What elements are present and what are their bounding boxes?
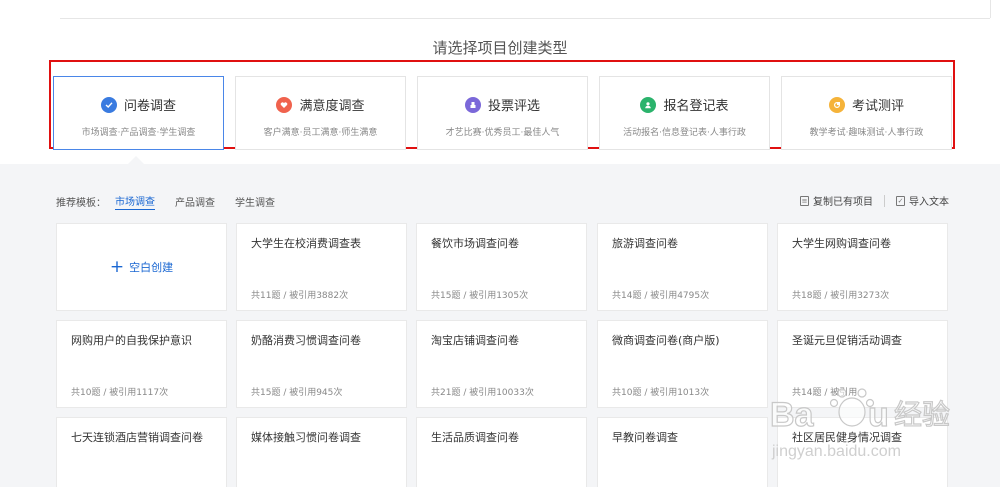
template-card[interactable]: 微商调查问卷(商户版) 共10题 / 被引用1013次	[597, 320, 768, 408]
template-card[interactable]: 早教问卷调查	[597, 417, 768, 487]
template-meta: 共21题 / 被引用10033次	[431, 388, 534, 398]
blank-create-card[interactable]: + 空白创建	[56, 223, 227, 311]
template-meta: 共10题 / 被引用1013次	[612, 388, 710, 398]
type-card-questionnaire[interactable]: 问卷调查 市场调查·产品调查·学生调查	[53, 76, 224, 150]
template-meta: 共10题 / 被引用1117次	[71, 388, 169, 398]
type-card-registration[interactable]: 报名登记表 活动报名·信息登记表·人事行政	[599, 76, 770, 150]
heart-icon	[276, 96, 293, 113]
type-card-vote[interactable]: 投票评选 才艺比赛·优秀员工·最佳人气	[417, 76, 588, 150]
blank-create-label: 空白创建	[129, 261, 174, 274]
template-title: 生活品质调查问卷	[431, 431, 519, 444]
type-card-exam[interactable]: 考试测评 教学考试·趣味测试·人事行政	[781, 76, 952, 150]
type-desc: 教学考试·趣味测试·人事行政	[809, 128, 924, 138]
type-desc: 活动报名·信息登记表·人事行政	[623, 128, 746, 138]
vote-icon	[464, 96, 481, 113]
plus-icon: +	[109, 256, 125, 277]
template-meta: 共11题 / 被引用3882次	[251, 291, 349, 301]
template-title: 早教问卷调查	[612, 431, 678, 444]
divider	[60, 18, 990, 19]
filter-student-survey[interactable]: 学生调查	[235, 194, 275, 209]
template-title: 圣诞元旦促销活动调查	[792, 334, 902, 347]
template-meta: 共15题 / 被引用1305次	[431, 291, 529, 301]
person-icon	[640, 96, 657, 113]
template-title: 七天连锁酒店营销调查问卷	[71, 431, 203, 444]
template-card[interactable]: 淘宝店铺调查问卷 共21题 / 被引用10033次	[416, 320, 587, 408]
template-card[interactable]: 圣诞元旦促销活动调查 共14题 / 被引用	[777, 320, 948, 408]
template-title: 社区居民健身情况调查	[792, 431, 902, 444]
template-title: 媒体接触习惯问卷调查	[251, 431, 361, 444]
template-card[interactable]: 旅游调查问卷 共14题 / 被引用4795次	[597, 223, 768, 311]
template-title: 餐饮市场调查问卷	[431, 237, 519, 250]
template-card[interactable]: 生活品质调查问卷	[416, 417, 587, 487]
template-title: 微商调查问卷(商户版)	[612, 334, 720, 347]
type-desc: 客户满意·员工满意·师生满意	[263, 128, 378, 138]
template-filter-bar: 推荐模板： 市场调查 产品调查 学生调查	[56, 193, 295, 210]
filter-label: 推荐模板：	[56, 198, 106, 209]
type-title: 考试测评	[851, 99, 904, 114]
template-card[interactable]: 大学生在校消费调查表 共11题 / 被引用3882次	[236, 223, 407, 311]
type-title: 满意度调查	[299, 99, 365, 114]
template-meta: 共18题 / 被引用3273次	[792, 291, 890, 301]
exam-icon	[828, 96, 845, 113]
type-desc: 才艺比赛·优秀员工·最佳人气	[445, 128, 560, 138]
template-meta: 共14题 / 被引用4795次	[612, 291, 710, 301]
template-actions: ≡ 复制已有项目 ✓ 导入文本	[800, 193, 949, 208]
template-meta: 共14题 / 被引用	[792, 388, 858, 398]
template-title: 大学生在校消费调查表	[251, 237, 361, 250]
type-desc: 市场调查·产品调查·学生调查	[81, 128, 196, 138]
template-card[interactable]: 网购用户的自我保护意识 共10题 / 被引用1117次	[56, 320, 227, 408]
top-bar	[0, 0, 1000, 22]
page-title: 请选择项目创建类型	[432, 39, 568, 57]
template-title: 大学生网购调查问卷	[792, 237, 891, 250]
type-card-satisfaction[interactable]: 满意度调查 客户满意·员工满意·师生满意	[235, 76, 406, 150]
import-text-label: 导入文本	[909, 197, 949, 208]
copy-icon: ≡	[800, 195, 809, 206]
import-text-button[interactable]: ✓ 导入文本	[896, 193, 949, 208]
filter-product-survey[interactable]: 产品调查	[175, 194, 215, 209]
template-card[interactable]: 社区居民健身情况调查	[777, 417, 948, 487]
template-title: 淘宝店铺调查问卷	[431, 334, 519, 347]
template-card[interactable]: 餐饮市场调查问卷 共15题 / 被引用1305次	[416, 223, 587, 311]
template-card[interactable]: 七天连锁酒店营销调查问卷	[56, 417, 227, 487]
template-title: 旅游调查问卷	[612, 237, 678, 250]
divider	[990, 0, 991, 18]
check-icon	[100, 96, 117, 113]
filter-market-survey[interactable]: 市场调查	[115, 193, 155, 210]
divider	[884, 194, 885, 207]
template-title: 奶酪消费习惯调查问卷	[251, 334, 361, 347]
import-icon: ✓	[896, 195, 905, 206]
type-title: 报名登记表	[663, 99, 729, 114]
project-type-selector: 问卷调查 市场调查·产品调查·学生调查 满意度调查 客户满意·员工满意·师生满意…	[49, 60, 955, 150]
copy-project-label: 复制已有项目	[813, 197, 873, 208]
template-title: 网购用户的自我保护意识	[71, 334, 192, 347]
template-card[interactable]: 奶酪消费习惯调查问卷 共15题 / 被引用945次	[236, 320, 407, 408]
template-card[interactable]: 媒体接触习惯问卷调查	[236, 417, 407, 487]
selection-caret	[128, 156, 144, 164]
template-meta: 共15题 / 被引用945次	[251, 388, 343, 398]
type-title: 投票评选	[487, 99, 540, 114]
type-title: 问卷调查	[123, 99, 176, 114]
template-card[interactable]: 大学生网购调查问卷 共18题 / 被引用3273次	[777, 223, 948, 311]
copy-project-button[interactable]: ≡ 复制已有项目	[800, 193, 873, 208]
